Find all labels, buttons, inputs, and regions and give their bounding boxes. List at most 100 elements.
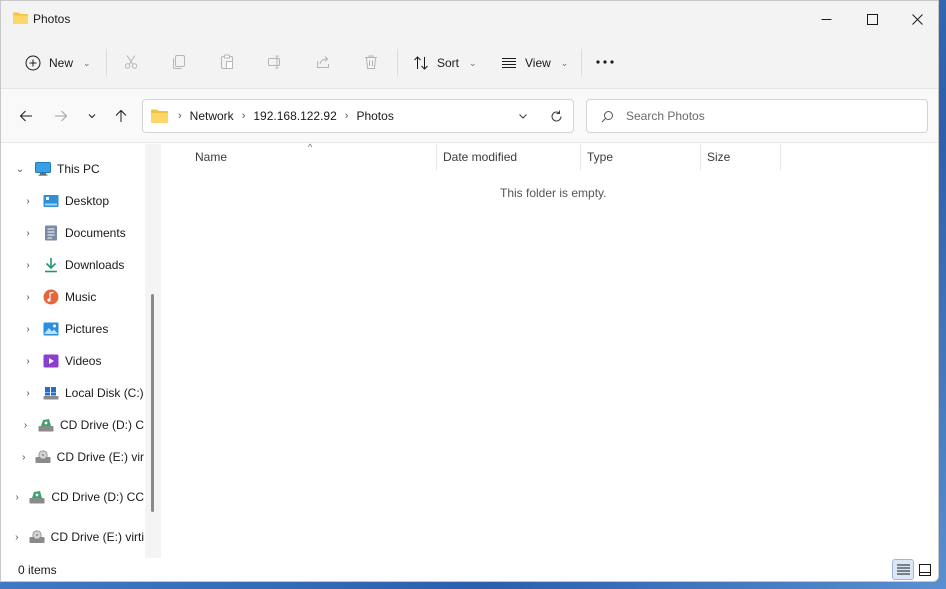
chevron-right-icon: › xyxy=(26,323,30,335)
nav-label: Desktop xyxy=(65,194,110,208)
downloads-icon xyxy=(43,257,59,273)
desktop-icon xyxy=(43,193,59,209)
breadcrumb-photos[interactable]: Photos xyxy=(356,109,393,123)
column-header-type[interactable]: Type xyxy=(581,144,701,170)
chevron-right-icon: › xyxy=(26,259,30,271)
chevron-right-icon: › xyxy=(15,531,19,543)
nav-item-root-cd-drive-e[interactable]: › CD Drive (E:) virti xyxy=(13,525,144,549)
minimize-icon xyxy=(821,18,831,20)
nav-item-this-pc[interactable]: ⌄ This PC xyxy=(13,157,100,181)
rename-icon xyxy=(268,55,280,69)
recent-locations-button[interactable] xyxy=(81,105,103,127)
sort-icon xyxy=(414,56,428,70)
new-button[interactable]: New ⌄ xyxy=(19,47,97,79)
toolbar-divider xyxy=(397,49,398,77)
nav-label: Videos xyxy=(65,354,102,368)
large-icons-view-icon xyxy=(919,563,931,576)
address-history-button[interactable] xyxy=(509,100,537,132)
chevron-down-icon: ⌄ xyxy=(560,57,569,68)
chevron-right-icon: › xyxy=(15,491,19,503)
item-count: 0 items xyxy=(18,563,57,577)
refresh-button[interactable] xyxy=(542,100,570,132)
close-button[interactable] xyxy=(894,1,938,37)
breadcrumb-separator-icon: › xyxy=(344,110,349,122)
search-placeholder: Search Photos xyxy=(626,109,705,123)
nav-label: Downloads xyxy=(65,258,125,272)
local-disk-icon xyxy=(43,385,59,401)
column-label: Size xyxy=(707,150,731,164)
nav-item-desktop[interactable]: › Desktop xyxy=(21,189,109,213)
nav-item-cd-drive-e[interactable]: › CD Drive (E:) vir xyxy=(21,445,144,469)
rename-button[interactable] xyxy=(264,51,286,73)
up-button[interactable] xyxy=(110,105,132,127)
nav-label: CD Drive (E:) virti xyxy=(50,530,144,544)
column-label: Type xyxy=(587,150,614,164)
chevron-right-icon: › xyxy=(23,419,28,431)
column-header-date-modified[interactable]: Date modified xyxy=(437,144,581,170)
cd-drive-icon xyxy=(35,449,51,465)
maximize-button[interactable] xyxy=(849,1,895,37)
arrow-right-icon xyxy=(55,110,68,122)
nav-label: Music xyxy=(65,290,97,304)
nav-item-documents[interactable]: › Documents xyxy=(21,221,126,245)
command-bar: New ⌄ Sort ⌄ View ⌄ xyxy=(1,37,938,89)
search-box[interactable]: Search Photos xyxy=(586,99,928,133)
navigation-scrollbar[interactable] xyxy=(145,144,161,558)
breadcrumb-separator-icon: › xyxy=(178,110,182,122)
view-label: View xyxy=(525,56,551,70)
cut-button[interactable] xyxy=(120,51,142,73)
column-label: Date modified xyxy=(443,150,518,164)
breadcrumb-network[interactable]: Network xyxy=(190,109,234,123)
window-title: Photos xyxy=(33,12,71,26)
column-header-name[interactable]: Name xyxy=(189,144,437,170)
address-bar[interactable]: › Network › 192.168.122.92 › Photos xyxy=(142,99,574,133)
breadcrumb-host[interactable]: 192.168.122.92 xyxy=(253,109,336,123)
forward-button[interactable] xyxy=(50,105,72,127)
details-view-icon xyxy=(896,564,910,575)
scrollbar-thumb[interactable] xyxy=(151,294,154,512)
nav-item-pictures[interactable]: › Pictures xyxy=(21,317,108,341)
address-row: › Network › 192.168.122.92 › Photos Sear… xyxy=(1,89,938,143)
chevron-right-icon: › xyxy=(22,451,26,463)
chevron-right-icon: › xyxy=(26,195,30,207)
videos-icon xyxy=(43,353,59,369)
minimize-button[interactable] xyxy=(803,1,849,37)
toolbar-divider xyxy=(106,49,107,77)
share-button[interactable] xyxy=(312,51,334,73)
more-options-button[interactable] xyxy=(594,51,616,73)
close-icon xyxy=(911,13,923,25)
copy-button[interactable] xyxy=(168,51,190,73)
music-icon xyxy=(43,289,59,305)
sort-button[interactable]: Sort ⌄ xyxy=(407,47,483,79)
nav-item-music[interactable]: › Music xyxy=(21,285,96,309)
navigation-pane: ⌄ This PC › Desktop › Documents › Downlo… xyxy=(1,144,161,558)
column-header-size[interactable]: Size xyxy=(701,144,781,170)
search-icon xyxy=(601,110,613,122)
cd-drive-icon xyxy=(29,489,45,505)
nav-label: CD Drive (E:) vir xyxy=(56,450,144,464)
chevron-right-icon: › xyxy=(26,291,30,303)
nav-label: CD Drive (D:) C xyxy=(60,418,144,432)
nav-item-local-disk[interactable]: › Local Disk (C:) xyxy=(21,381,143,405)
breadcrumb-separator-icon: › xyxy=(241,110,246,122)
view-button[interactable]: View ⌄ xyxy=(495,47,574,79)
delete-icon xyxy=(365,55,377,69)
sort-label: Sort xyxy=(437,56,460,70)
nav-item-cd-drive-d[interactable]: › CD Drive (D:) C xyxy=(21,413,144,437)
chevron-down-icon xyxy=(88,114,96,119)
folder-icon xyxy=(151,109,168,123)
nav-item-root-cd-drive-d[interactable]: › CD Drive (D:) CC xyxy=(13,485,144,509)
nav-item-videos[interactable]: › Videos xyxy=(21,349,101,373)
view-list-icon xyxy=(502,58,516,68)
refresh-icon xyxy=(551,110,561,121)
cut-icon xyxy=(124,55,138,69)
paste-button[interactable] xyxy=(216,51,238,73)
paste-icon xyxy=(221,54,233,69)
cd-drive-icon xyxy=(38,417,54,433)
nav-label: CD Drive (D:) CC xyxy=(51,490,144,504)
back-button[interactable] xyxy=(15,105,37,127)
delete-button[interactable] xyxy=(360,51,382,73)
details-view-button[interactable] xyxy=(892,559,914,580)
nav-item-downloads[interactable]: › Downloads xyxy=(21,253,124,277)
large-icons-view-button[interactable] xyxy=(914,559,936,580)
